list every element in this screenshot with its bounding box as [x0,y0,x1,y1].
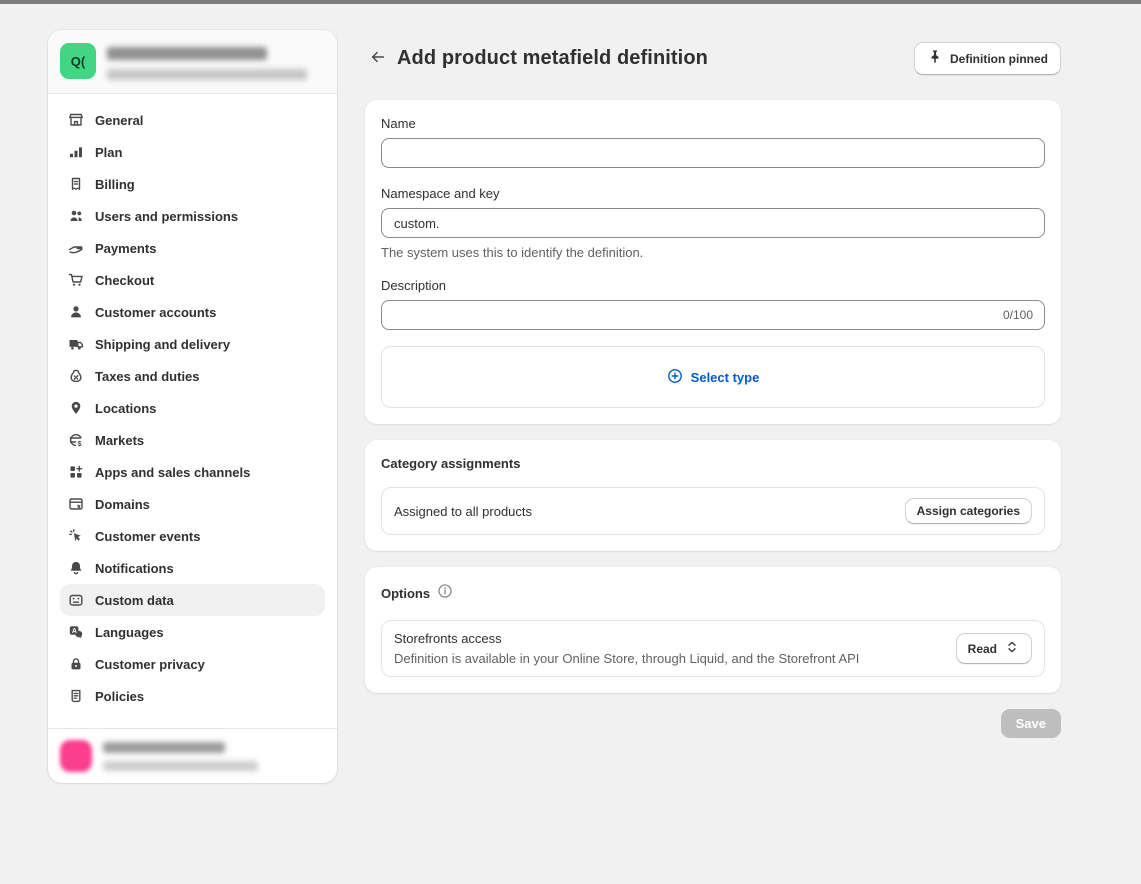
sidebar-item-apps-and-sales-channels[interactable]: Apps and sales channels [60,456,325,488]
domains-icon [68,496,84,512]
store-icon [68,112,84,128]
svg-text:$: $ [78,441,82,448]
save-button[interactable]: Save [1001,709,1061,738]
user-avatar [60,740,92,772]
store-avatar: Q( [60,43,96,79]
description-label: Description [381,278,1045,293]
storefronts-access-description: Definition is available in your Online S… [394,651,859,666]
name-label: Name [381,116,1045,131]
name-field-group: Name [381,116,1045,168]
window-top-strip [0,0,1141,4]
page-title: Add product metafield definition [397,47,708,70]
sidebar-item-taxes-and-duties[interactable]: Taxes and duties [60,360,325,392]
name-input[interactable] [381,138,1045,168]
customer-accounts-icon [68,304,84,320]
select-type-button[interactable]: Select type [381,346,1045,408]
sidebar-item-customer-events[interactable]: Customer events [60,520,325,552]
storefronts-access-row: Storefronts access Definition is availab… [381,620,1045,677]
plan-icon [68,144,84,160]
category-assignment-row: Assigned to all products Assign categori… [381,487,1045,535]
category-assignments-title: Category assignments [381,456,1045,471]
plus-circle-icon [667,368,683,387]
sidebar-item-domains[interactable]: Domains [60,488,325,520]
markets-icon: $ [68,432,84,448]
category-assignment-status: Assigned to all products [394,504,532,519]
info-icon[interactable] [437,583,453,604]
category-assignments-card: Category assignments Assigned to all pro… [365,440,1061,551]
sidebar-item-languages[interactable]: A Languages [60,616,325,648]
form-actions: Save [365,709,1061,738]
arrow-left-icon [370,49,386,68]
storefronts-access-select[interactable]: Read [956,633,1032,664]
sidebar-item-checkout[interactable]: Checkout [60,264,325,296]
assign-categories-button[interactable]: Assign categories [905,498,1032,524]
user-email-redacted [103,761,258,771]
namespace-field-group: Namespace and key The system uses this t… [381,186,1045,260]
sidebar-item-notifications[interactable]: Notifications [60,552,325,584]
namespace-key-input[interactable] [381,208,1045,238]
store-header[interactable]: Q( [48,30,337,94]
main-content: Add product metafield definition Definit… [365,42,1061,738]
user-name-redacted [103,742,225,753]
users-icon [68,208,84,224]
pin-icon [927,49,943,68]
customer-privacy-icon [68,656,84,672]
sidebar-item-billing[interactable]: Billing [60,168,325,200]
sidebar-item-customer-privacy[interactable]: Customer privacy [60,648,325,680]
sidebar-item-policies[interactable]: Policies [60,680,325,712]
back-button[interactable] [365,46,391,72]
options-title: Options [381,586,430,601]
billing-icon [68,176,84,192]
description-field-group: Description 0/100 [381,278,1045,330]
sidebar-item-shipping-and-delivery[interactable]: Shipping and delivery [60,328,325,360]
sidebar-item-users-and-permissions[interactable]: Users and permissions [60,200,325,232]
store-domain-redacted [107,69,307,80]
policies-icon [68,688,84,704]
page-header: Add product metafield definition Definit… [365,42,1061,75]
payments-icon [68,240,84,256]
locations-icon [68,400,84,416]
settings-nav: General Plan Billing Users and permissio… [48,94,337,728]
storefronts-access-title: Storefronts access [394,631,859,646]
store-name-redacted [107,47,267,60]
languages-icon: A [68,624,84,640]
description-input[interactable] [381,300,1045,330]
sidebar-item-markets[interactable]: $ Markets [60,424,325,456]
sidebar-item-payments[interactable]: Payments [60,232,325,264]
shipping-icon [68,336,84,352]
description-char-counter: 0/100 [1003,308,1033,322]
namespace-help-text: The system uses this to identify the def… [381,245,1045,260]
sidebar-item-custom-data[interactable]: Custom data [60,584,325,616]
settings-sidebar: Q( General Plan Billing Users and permis… [48,30,337,783]
custom-data-icon [68,592,84,608]
namespace-label: Namespace and key [381,186,1045,201]
sidebar-item-plan[interactable]: Plan [60,136,325,168]
notifications-icon [68,560,84,576]
sidebar-item-general[interactable]: General [60,104,325,136]
user-account-footer[interactable] [48,728,337,783]
apps-icon [68,464,84,480]
sidebar-item-customer-accounts[interactable]: Customer accounts [60,296,325,328]
definition-form-card: Name Namespace and key The system uses t… [365,100,1061,424]
checkout-icon [68,272,84,288]
options-card: Options Storefronts access Definition is… [365,567,1061,693]
definition-pinned-button[interactable]: Definition pinned [914,42,1061,75]
taxes-icon [68,368,84,384]
chevron-up-down-icon [1004,639,1020,658]
customer-events-icon [68,528,84,544]
sidebar-item-locations[interactable]: Locations [60,392,325,424]
